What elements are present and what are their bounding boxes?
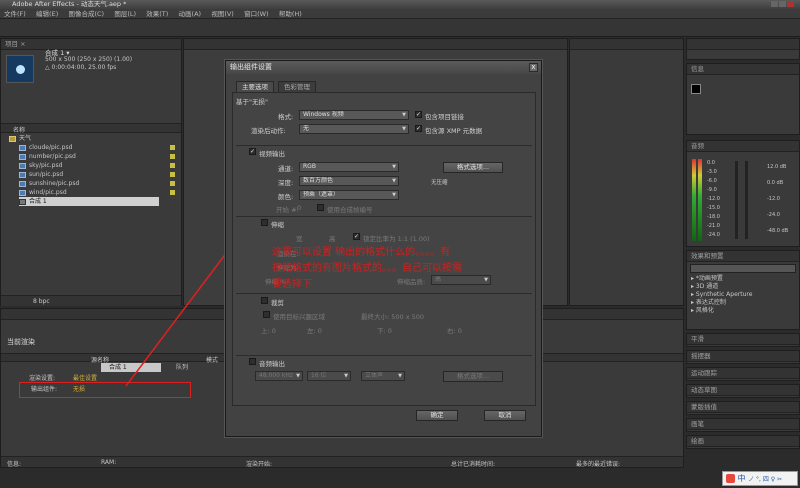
lock-ratio-checkbox[interactable]: ✓ <box>353 233 360 240</box>
color-select[interactable]: 预乘（遮罩） ▼ <box>299 190 399 200</box>
post-render-value: 无 <box>303 125 310 132</box>
audio-bits-select[interactable]: 16 位 ▼ <box>307 371 351 381</box>
close-icon[interactable]: x <box>529 63 538 72</box>
audio-output-label: 音频输出 <box>259 360 285 368</box>
ime-toolbar[interactable]: 中 ノ °, 四 ♀ ✂ <box>722 471 798 486</box>
depth-select[interactable]: 数百万颜色 ▼ <box>299 176 399 186</box>
include-project-label: 包含项目链接 <box>425 113 464 121</box>
ime-mode[interactable]: 中 <box>738 474 746 483</box>
codec-note: 无压缩 <box>431 180 448 186</box>
format-value: Windows 视频 <box>303 111 344 118</box>
lock-ratio-label: 锁定比率为 1:1 (1.00) <box>363 235 430 243</box>
crop-right: 右: 0 <box>447 327 462 335</box>
ime-items: ノ °, 四 ♀ ✂ <box>748 476 783 483</box>
format-label: 格式: <box>278 113 294 121</box>
audio-rate-select[interactable]: 48.000 kHz ▼ <box>255 371 303 381</box>
crop-checkbox[interactable] <box>261 297 268 304</box>
audio-rate-value: 48.000 kHz <box>259 372 294 379</box>
final-size-label: 最终大小: 500 x 500 <box>361 313 425 321</box>
audio-format-options-button[interactable]: 格式选项... <box>443 371 503 382</box>
crop-top: 上: 0 <box>261 327 276 335</box>
divider <box>236 355 532 356</box>
ok-button[interactable]: 确定 <box>416 410 458 421</box>
based-on-label: 基于"无损" <box>236 98 268 106</box>
use-comp-frame-checkbox[interactable] <box>317 204 324 211</box>
post-render-select[interactable]: 无 ▼ <box>299 124 409 134</box>
annotation-line: 视频格式的有图片格式的。。。自己可以按需 <box>272 263 462 274</box>
channels-select[interactable]: RGB ▼ <box>299 162 399 172</box>
color-value: 预乘（遮罩） <box>303 191 340 198</box>
audio-output-checkbox[interactable] <box>249 358 256 365</box>
stretch-label: 伸缩 <box>271 221 284 229</box>
cancel-button[interactable]: 取消 <box>484 410 526 421</box>
use-roi-checkbox[interactable] <box>263 311 270 318</box>
use-roi-label: 使用目标兴趣区域 <box>273 313 325 321</box>
stretch-width-label: 宽 <box>296 235 303 243</box>
stretch-height-label: 高 <box>329 235 336 243</box>
use-comp-frame-label: 使用合成帧编号 <box>327 206 373 214</box>
annotation-text: 这里可以设置 输出的格式什么的。。。。有 视频格式的有图片格式的。。。自己可以按… <box>272 245 522 293</box>
include-xmp-label: 包含源 XMP 元数据 <box>425 127 483 135</box>
include-xmp-checkbox[interactable]: ✓ <box>415 125 422 132</box>
post-render-label: 渲染后动作: <box>251 127 286 135</box>
include-project-checkbox[interactable]: ✓ <box>415 111 422 118</box>
divider <box>236 293 532 294</box>
crop-label: 裁剪 <box>271 299 284 307</box>
format-select[interactable]: Windows 视频 ▼ <box>299 110 409 120</box>
divider <box>236 216 532 217</box>
audio-channel-value: 立体声 <box>365 372 384 379</box>
tab-main-options[interactable]: 主要选项 <box>236 81 274 92</box>
audio-channel-select[interactable]: 立体声 ▼ <box>361 371 405 381</box>
annotation-line: 要选择下 <box>272 279 312 290</box>
crop-bottom: 下: 0 <box>377 327 392 335</box>
audio-bits-value: 16 位 <box>311 372 327 379</box>
channels-value: RGB <box>303 163 316 170</box>
divider <box>236 145 532 146</box>
start-value: 0 <box>297 204 302 212</box>
format-options-button[interactable]: 格式选项... <box>443 162 503 173</box>
color-label: 颜色: <box>278 193 294 201</box>
channels-label: 通道: <box>278 165 294 173</box>
dialog-title: 输出组件设置 <box>226 61 541 74</box>
stretch-checkbox[interactable] <box>261 219 268 226</box>
depth-value: 数百万颜色 <box>303 177 334 184</box>
annotation-line: 这里可以设置 输出的格式什么的。。。。有 <box>272 247 451 258</box>
video-output-checkbox[interactable]: ✓ <box>249 148 256 155</box>
tab-color-management[interactable]: 色彩管理 <box>278 81 316 92</box>
video-output-label: 视频输出 <box>259 150 285 158</box>
crop-left: 左: 0 <box>307 327 322 335</box>
depth-label: 深度: <box>278 179 294 187</box>
start-label: 开始 #: <box>276 206 299 214</box>
